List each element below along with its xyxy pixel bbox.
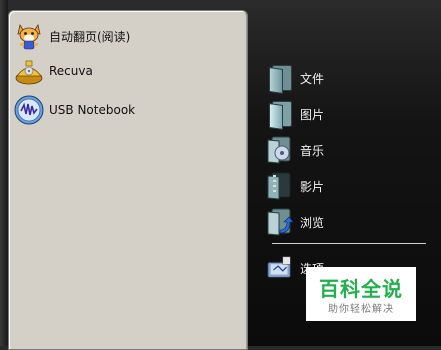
places-item-browse[interactable]: 浏览 — [266, 206, 426, 238]
places-item-pictures[interactable]: 图片 — [266, 98, 426, 130]
pinned-item-auto-page-turn[interactable]: 自动翻页(阅读) — [9, 19, 247, 53]
places-item-music[interactable]: 音乐 — [266, 134, 426, 166]
folder-music-icon — [266, 134, 294, 166]
window-frame — [0, 0, 8, 346]
places-item-documents[interactable]: 文件 — [266, 62, 426, 94]
menu-divider — [272, 243, 426, 244]
folder-browse-icon — [266, 206, 294, 238]
places-item-label: 音乐 — [300, 143, 325, 158]
pinned-programs-panel: 自动翻页(阅读) Recuva USB Notebook — [8, 10, 248, 350]
pinned-item-label: USB Notebook — [49, 103, 136, 117]
places-item-label: 文件 — [300, 71, 325, 86]
folder-videos-icon — [266, 170, 294, 202]
recuva-icon — [11, 56, 47, 86]
pinned-item-label: 自动翻页(阅读) — [49, 29, 131, 44]
watermark-subtitle: 助你轻松解决 — [328, 304, 394, 315]
places-item-label: 影片 — [300, 179, 325, 194]
usb-notebook-icon — [11, 95, 47, 125]
watermark-title: 百科全说 — [319, 277, 403, 301]
fox-character-icon — [11, 21, 47, 51]
places-item-label: 图片 — [300, 107, 325, 122]
places-item-videos[interactable]: 影片 — [266, 170, 426, 202]
folder-documents-icon — [266, 62, 294, 94]
folder-pictures-icon — [266, 98, 294, 130]
pinned-item-label: Recuva — [49, 64, 93, 78]
watermark-logo: 百科全说 助你轻松解决 — [306, 267, 416, 321]
pinned-item-recuva[interactable]: Recuva — [9, 54, 247, 88]
pinned-item-usb-notebook[interactable]: USB Notebook — [9, 93, 247, 127]
places-item-label: 浏览 — [300, 215, 325, 230]
options-icon — [266, 252, 294, 284]
